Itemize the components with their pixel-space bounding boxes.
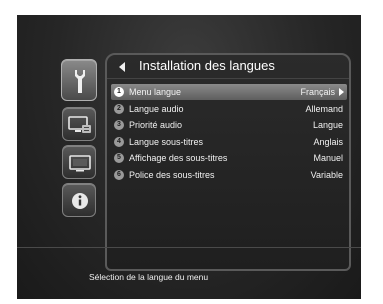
- item-number: 3: [114, 120, 124, 130]
- item-value: Langue: [312, 120, 343, 130]
- item-number: 5: [114, 153, 124, 163]
- help-text: Sélection de la langue du menu: [89, 272, 209, 282]
- item-value: Anglais: [313, 136, 343, 147]
- monitor-settings-icon: [68, 116, 91, 133]
- menu-item-priorite-audio[interactable]: 3 Priorité audio Langue: [111, 117, 347, 133]
- installation-tab[interactable]: [61, 59, 97, 101]
- back-arrow-icon[interactable]: [119, 62, 125, 72]
- item-label: Langue audio: [129, 103, 184, 114]
- item-number: 2: [114, 103, 124, 114]
- panel-title: Installation des langues: [139, 58, 275, 73]
- settings-list: 1 Menu langue Français 2 Langue audio Al…: [111, 84, 347, 183]
- panel-header: Installation des langues: [107, 55, 349, 79]
- menu-item-langue-sous-titres[interactable]: 4 Langue sous-titres Anglais: [111, 134, 347, 150]
- menu-item-langue-audio[interactable]: 2 Langue audio Allemand: [111, 101, 347, 117]
- tv-screen: Installation des langues 1 Menu langue F…: [17, 15, 361, 299]
- menu-item-affichage-sous-titres[interactable]: 5 Affichage des sous-titres Manuel: [111, 150, 347, 166]
- item-value: Allemand: [305, 103, 343, 114]
- item-value: Variable: [310, 169, 343, 180]
- item-label: Priorité audio: [129, 120, 183, 130]
- item-label: Police des sous-titres: [129, 169, 215, 180]
- item-label: Langue sous-titres: [129, 136, 204, 147]
- item-number: 4: [114, 136, 124, 147]
- menu-item-menu-langue[interactable]: 1 Menu langue Français: [111, 84, 347, 100]
- chevron-right-icon[interactable]: [339, 88, 344, 96]
- item-value: Manuel: [313, 153, 343, 163]
- wrench-icon: [75, 70, 85, 93]
- language-settings-panel: Installation des langues 1 Menu langue F…: [105, 53, 351, 271]
- divider: [17, 247, 361, 248]
- item-label: Affichage des sous-titres: [129, 153, 228, 163]
- menu-item-police-sous-titres[interactable]: 6 Police des sous-titres Variable: [111, 167, 347, 183]
- information-tab[interactable]: [62, 183, 96, 217]
- info-icon: [72, 193, 88, 209]
- tv-icon: [69, 155, 91, 172]
- item-number: 1: [114, 87, 124, 97]
- item-label: Menu langue: [129, 87, 182, 97]
- display-settings-tab[interactable]: [62, 145, 96, 179]
- item-value: Français: [300, 87, 335, 97]
- system-settings-tab[interactable]: [62, 107, 96, 141]
- item-number: 6: [114, 169, 124, 180]
